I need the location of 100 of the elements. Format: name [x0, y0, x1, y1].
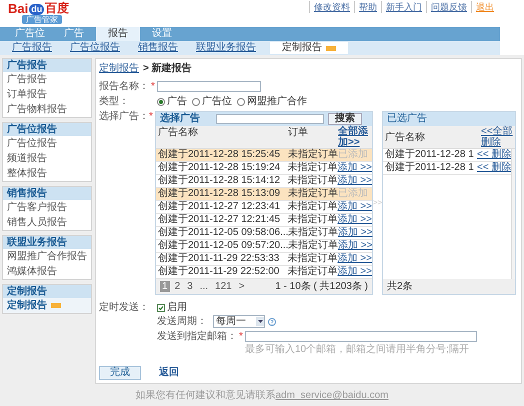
- sub-nav-tab[interactable]: 定制报告: [270, 42, 348, 54]
- field-label: 选择广告：: [99, 111, 149, 124]
- sidebar-heading: 广告位报告: [3, 123, 91, 136]
- radio-button[interactable]: [237, 98, 245, 106]
- page-button[interactable]: 3: [185, 281, 195, 292]
- logo-badge: 广告管家: [22, 15, 62, 24]
- column-header: 订单: [287, 126, 309, 140]
- sidebar-heading: 广告报告: [3, 59, 91, 72]
- sidebar-heading: 定制报告: [3, 285, 91, 298]
- required-mark: *: [151, 80, 156, 92]
- logo-text: Bai: [8, 2, 28, 15]
- table-cell-text: 创建于2011-12-28 1: [384, 162, 475, 174]
- table-cell-text: 创建于2011-12-05 09:58:06...: [157, 227, 286, 239]
- hint-text: 最多可输入10个邮箱，邮箱之间请用半角分号;隔开: [245, 344, 469, 355]
- add-link[interactable]: 添加 >>: [338, 162, 372, 174]
- panel-title: 已选广告: [387, 113, 427, 125]
- radio-button[interactable]: [157, 98, 165, 106]
- nav-tab[interactable]: 报告: [96, 27, 140, 41]
- radio-label: 广告: [167, 96, 187, 108]
- sub-nav-tab[interactable]: 广告报告: [8, 42, 56, 54]
- added-label: 已添加: [338, 188, 368, 200]
- top-link[interactable]: 问题反馈: [426, 1, 471, 13]
- checkbox-label: 启用: [167, 302, 187, 314]
- help-icon[interactable]: [268, 318, 276, 326]
- radio-label: 广告位: [202, 96, 232, 108]
- field-label: 发送周期：: [157, 316, 208, 328]
- checkbox[interactable]: [157, 304, 165, 312]
- breadcrumb-link[interactable]: 定制报告: [99, 63, 139, 75]
- required-mark: *: [149, 111, 154, 124]
- table-cell-text: 未指定订单: [286, 175, 338, 187]
- remove-all-link[interactable]: <<全部删除: [481, 126, 515, 148]
- sidebar-item[interactable]: 整体报告: [3, 166, 91, 181]
- period-select[interactable]: 每周一: [213, 315, 265, 328]
- table-cell-text: 创建于2011-12-28 1: [384, 149, 475, 161]
- page-button[interactable]: 121: [213, 281, 234, 292]
- column-header: 广告名称: [384, 130, 426, 144]
- add-link[interactable]: 添加 >>: [338, 253, 372, 265]
- table-cell-text: 创建于2011-12-28 15:19:24: [157, 162, 282, 174]
- search-field[interactable]: [216, 114, 324, 124]
- back-link[interactable]: 返回: [159, 367, 179, 379]
- remove-link[interactable]: << 删除: [477, 149, 512, 161]
- sidebar-item[interactable]: 销售人员报告: [3, 215, 91, 230]
- sidebar-item[interactable]: 网盟推广合作报告: [3, 249, 91, 264]
- top-link[interactable]: 帮助: [354, 1, 381, 13]
- sidebar-item[interactable]: 广告报告: [3, 72, 91, 87]
- add-link[interactable]: 添加 >>: [338, 227, 372, 239]
- sidebar-item[interactable]: 订单报告: [3, 87, 91, 102]
- table-cell-text: 未指定订单: [287, 188, 338, 200]
- sub-nav-tab[interactable]: 联盟业务报告: [192, 42, 260, 54]
- field-label: 报告名称：: [99, 80, 150, 92]
- page-title: > 新建报告: [143, 63, 192, 75]
- sub-nav-tab[interactable]: 广告位报告: [66, 42, 124, 54]
- submit-button[interactable]: 完成: [99, 366, 141, 380]
- panel-title: 选择广告: [160, 113, 201, 125]
- table-cell-text: 创建于2011-12-27 12:21:45: [157, 214, 282, 226]
- page-button[interactable]: 2: [172, 281, 182, 292]
- table-cell-text: 未指定订单: [286, 253, 338, 265]
- transfer-marker: >>: [372, 197, 382, 209]
- field-label: 类型：: [99, 96, 130, 108]
- report-name-field[interactable]: [157, 81, 261, 92]
- page-range: 1 - 10条 ( 共1203条 ): [275, 280, 368, 292]
- table-cell-text: 创建于2011-12-05 09:57:20...: [157, 240, 286, 252]
- column-header: 广告名称: [157, 126, 199, 140]
- search-button[interactable]: 搜索: [328, 113, 362, 125]
- sidebar-item[interactable]: 定制报告: [3, 298, 91, 313]
- sidebar-item[interactable]: 鸿媒体报告: [3, 264, 91, 279]
- top-link[interactable]: 新手入门: [381, 1, 426, 13]
- radio-button[interactable]: [192, 98, 200, 106]
- add-link[interactable]: 添加 >>: [338, 214, 372, 226]
- next-page-button[interactable]: >: [236, 280, 247, 292]
- added-label: 已添加: [338, 149, 368, 161]
- sidebar-heading: 联盟业务报告: [3, 236, 91, 249]
- sidebar-item[interactable]: 广告位报告: [3, 136, 91, 151]
- logo-text: 百度: [45, 2, 70, 15]
- table-cell-text: 创建于2011-12-28 15:14:12: [157, 175, 282, 187]
- add-all-link[interactable]: 全部添加>>: [338, 126, 372, 148]
- table-cell-text: 未指定订单: [287, 149, 338, 161]
- table-cell-text: 未指定订单: [286, 162, 338, 174]
- sidebar-item[interactable]: 频道报告: [3, 151, 91, 166]
- add-link[interactable]: 添加 >>: [338, 201, 372, 213]
- sidebar-item[interactable]: 广告物料报告: [3, 102, 91, 117]
- table-cell-text: 创建于2011-12-28 15:13:09: [157, 188, 282, 200]
- top-link[interactable]: 修改资料: [309, 1, 354, 13]
- table-cell-text: 未指定订单: [286, 201, 338, 213]
- total-count: 共2条: [387, 280, 413, 292]
- footer-note: 如果您有任何建议和意见请联系adm_service@baidu.com: [136, 390, 388, 403]
- page-button[interactable]: ...: [198, 281, 210, 292]
- table-cell-text: 创建于2011-12-27 12:23:41: [157, 201, 282, 213]
- add-link[interactable]: 添加 >>: [338, 240, 372, 252]
- sub-nav-tab[interactable]: 销售报告: [134, 42, 182, 54]
- email-field[interactable]: [245, 331, 477, 342]
- required-mark: *: [239, 330, 244, 342]
- add-link[interactable]: 添加 >>: [338, 266, 372, 278]
- table-cell-text: 未指定订单: [288, 227, 338, 239]
- scrollbar[interactable]: [511, 149, 515, 279]
- add-link[interactable]: 添加 >>: [338, 175, 372, 187]
- caret-icon: [256, 317, 264, 326]
- table-cell-text: 创建于2011-11-29 22:52:00: [157, 266, 280, 278]
- sidebar-item[interactable]: 广告客户报告: [3, 200, 91, 215]
- remove-link[interactable]: << 删除: [477, 162, 512, 174]
